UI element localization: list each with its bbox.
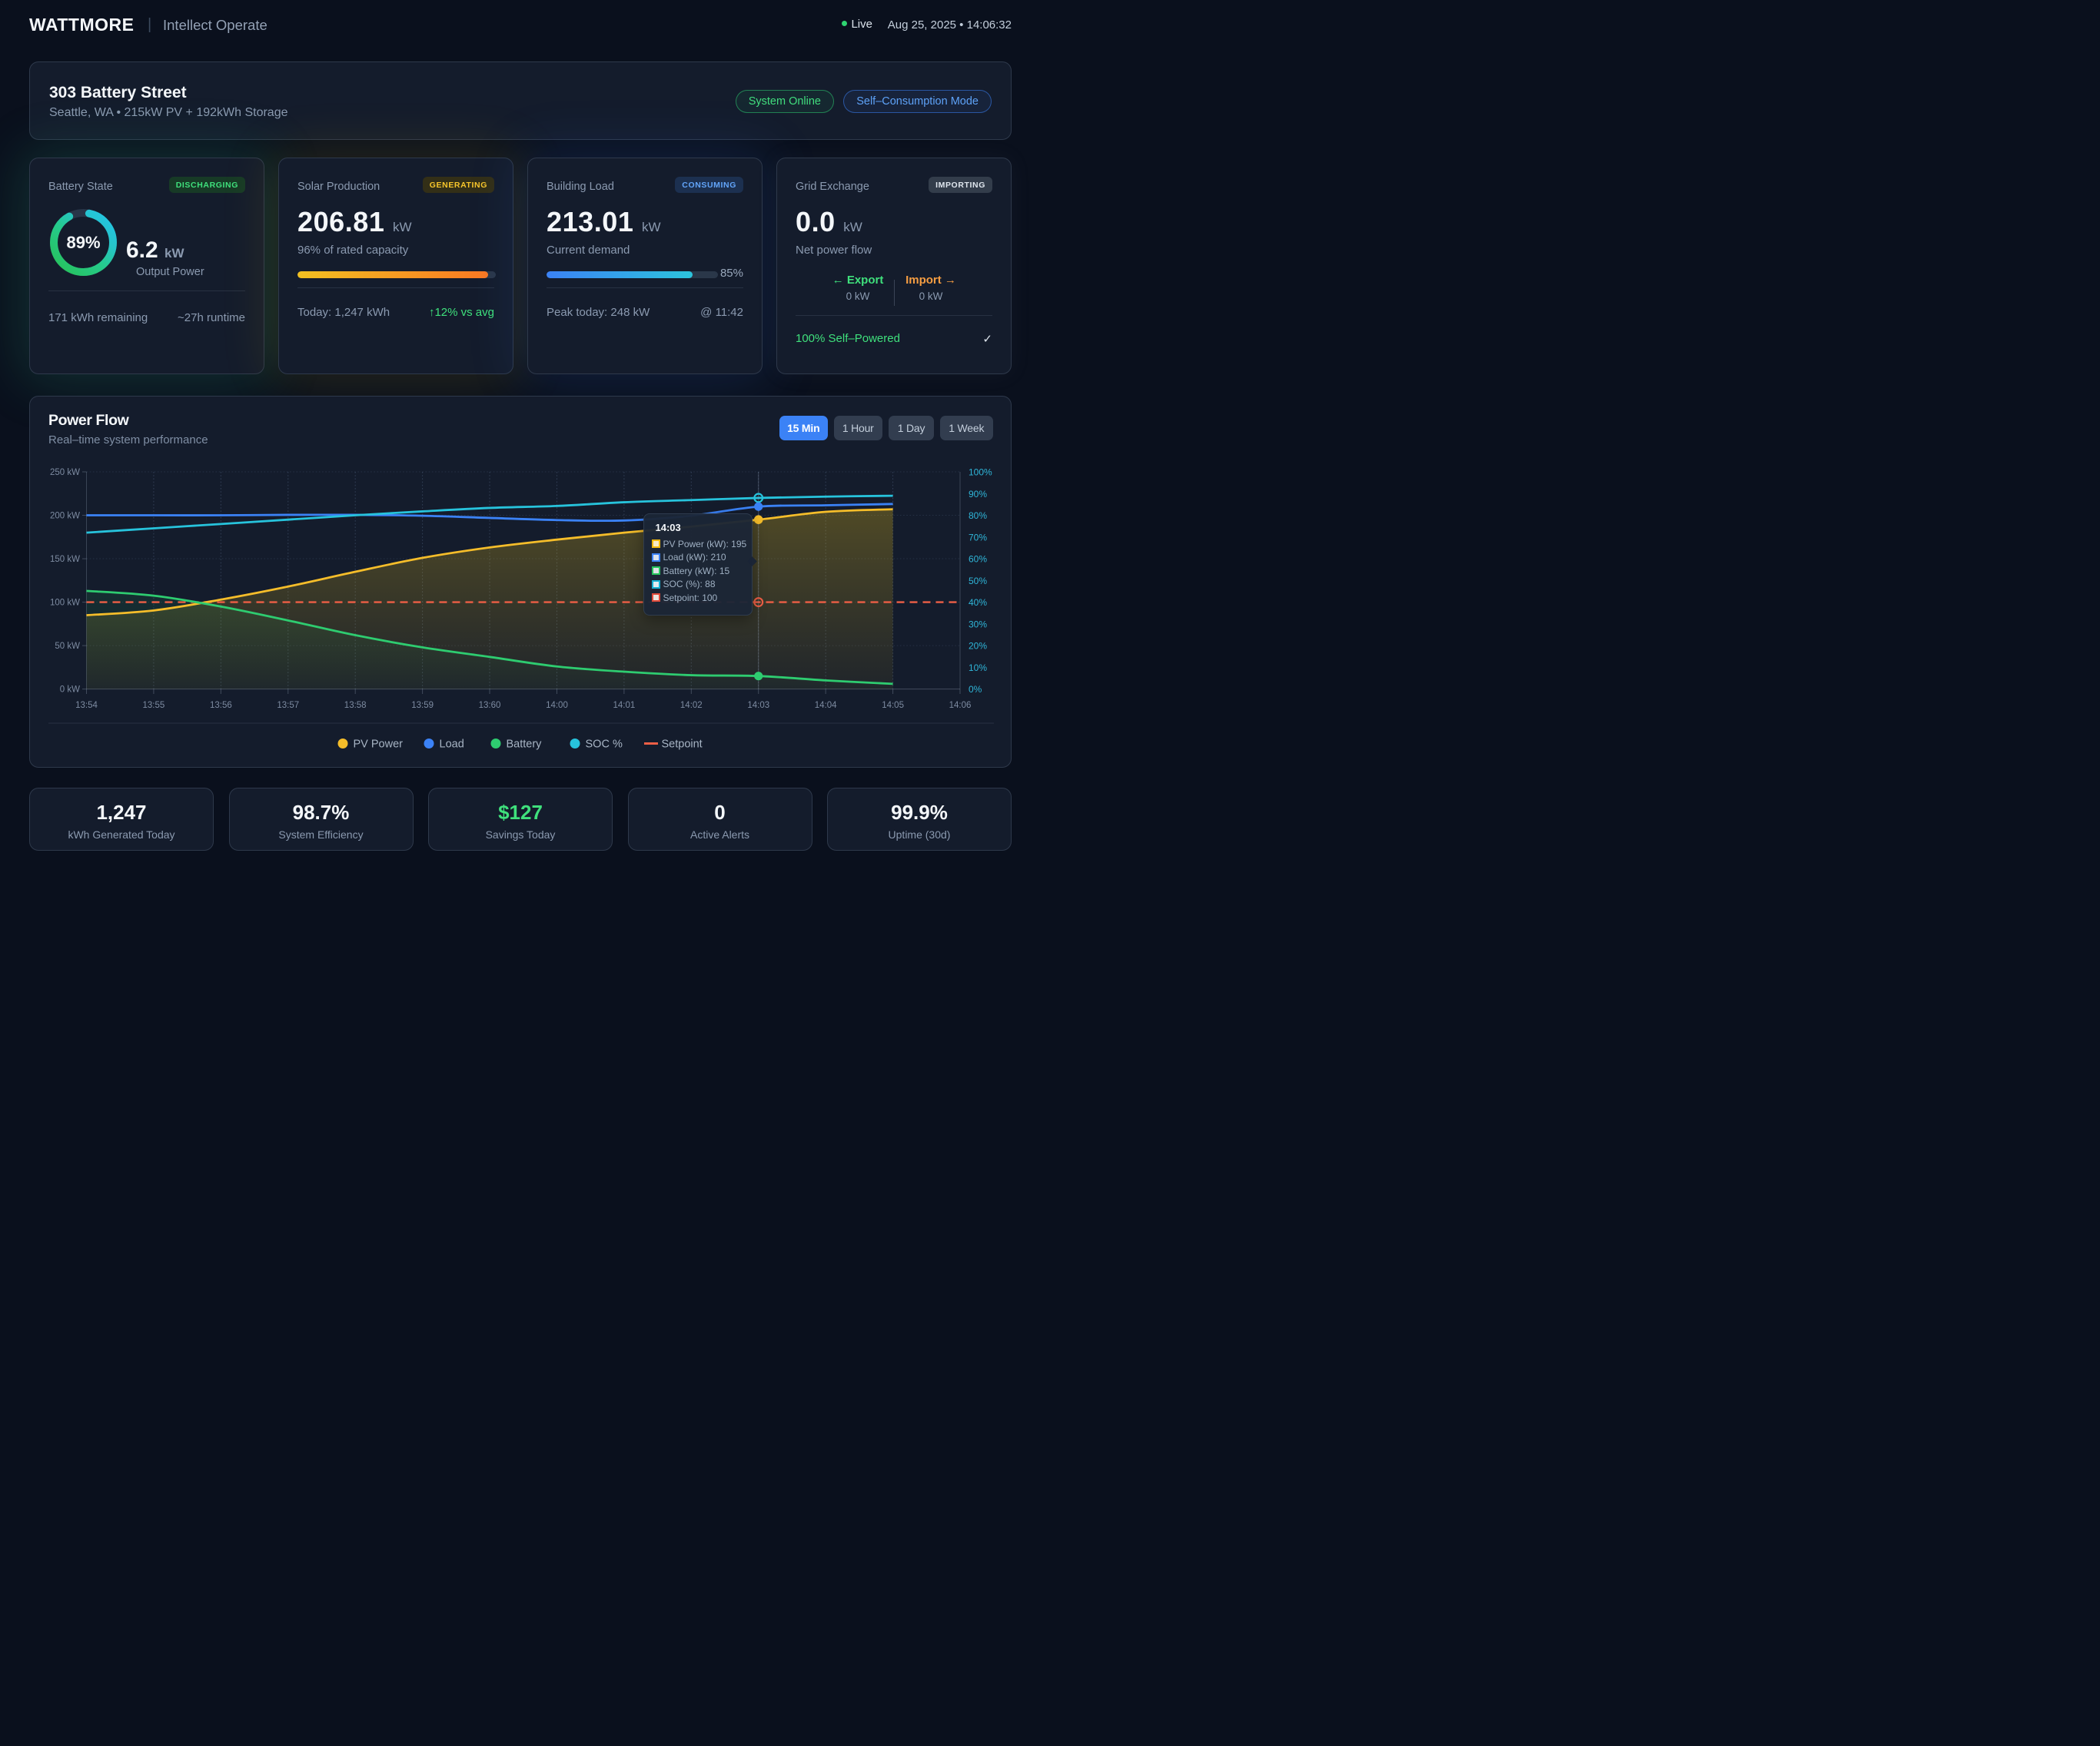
svg-text:13:57: 13:57 — [277, 701, 299, 710]
svg-text:Setpoint: Setpoint — [662, 739, 703, 751]
svg-text:90%: 90% — [969, 489, 987, 500]
svg-text:13:60: 13:60 — [479, 701, 501, 710]
svg-text:50%: 50% — [969, 576, 987, 586]
svg-text:40%: 40% — [969, 597, 987, 608]
svg-text:14:02: 14:02 — [680, 701, 703, 710]
svg-text:Load: Load — [440, 739, 464, 751]
svg-text:13:59: 13:59 — [411, 701, 434, 710]
svg-text:13:55: 13:55 — [143, 701, 165, 710]
svg-text:0%: 0% — [969, 684, 982, 695]
svg-text:SOC %: SOC % — [586, 739, 623, 751]
svg-text:13:54: 13:54 — [75, 701, 98, 710]
svg-text:PV Power: PV Power — [354, 739, 404, 751]
svg-text:50 kW: 50 kW — [55, 642, 80, 651]
svg-text:13:56: 13:56 — [210, 701, 232, 710]
svg-text:20%: 20% — [969, 641, 987, 652]
svg-text:80%: 80% — [969, 510, 987, 521]
svg-text:100%: 100% — [969, 467, 992, 478]
svg-text:60%: 60% — [969, 554, 987, 565]
svg-text:14:05: 14:05 — [882, 701, 904, 710]
svg-text:14:01: 14:01 — [613, 701, 635, 710]
svg-text:14:06: 14:06 — [949, 701, 972, 710]
svg-text:13:58: 13:58 — [344, 701, 367, 710]
svg-text:0 kW: 0 kW — [60, 685, 80, 695]
svg-text:250 kW: 250 kW — [50, 468, 80, 477]
svg-text:100 kW: 100 kW — [50, 599, 80, 608]
svg-text:14:00: 14:00 — [546, 701, 568, 710]
svg-text:14:03: 14:03 — [747, 701, 769, 710]
svg-text:Battery: Battery — [507, 739, 543, 751]
svg-text:14:04: 14:04 — [815, 701, 837, 710]
svg-text:30%: 30% — [969, 619, 987, 629]
svg-text:150 kW: 150 kW — [50, 555, 80, 564]
svg-text:70%: 70% — [969, 532, 987, 543]
svg-text:10%: 10% — [969, 662, 987, 673]
svg-text:200 kW: 200 kW — [50, 512, 80, 521]
